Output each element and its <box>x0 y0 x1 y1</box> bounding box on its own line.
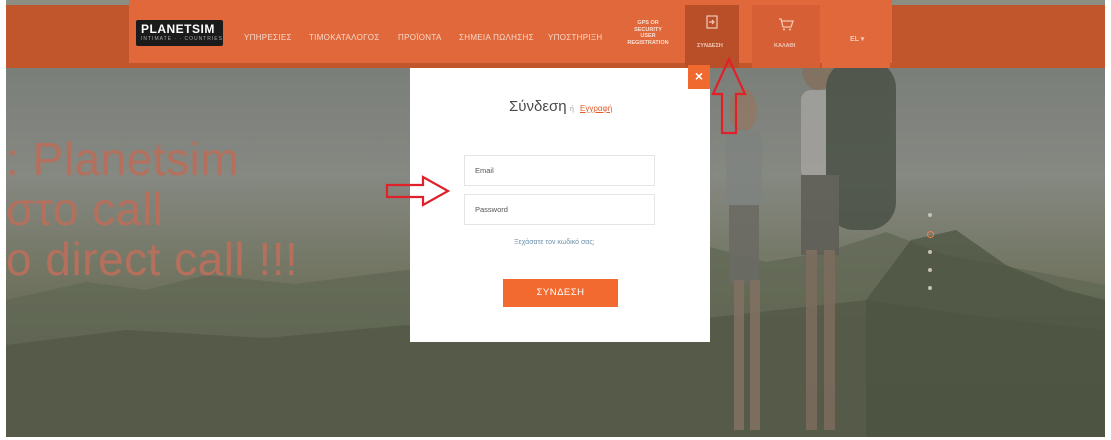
nav-item-pricelist[interactable]: ΤΙΜΟΚΑΤΑΛΟΓΟΣ <box>309 33 380 42</box>
login-icon <box>706 15 718 32</box>
language-label: EL ▾ <box>850 36 865 43</box>
nav-item-products[interactable]: ΠΡΟΪΟΝΤΑ <box>398 33 442 42</box>
modal-title: Σύνδεση <box>509 98 567 115</box>
login-submit-button[interactable]: ΣΥΝΔΕΣΗ <box>503 279 618 307</box>
nav-item-services[interactable]: ΥΠΗΡΕΣΙΕΣ <box>244 33 292 42</box>
nav-cart-button[interactable]: ΚΑΛΑΘΙ <box>752 5 820 68</box>
password-field[interactable] <box>464 194 655 225</box>
cart-label: ΚΑΛΑΘΙ <box>774 43 796 49</box>
slider-dot[interactable] <box>928 286 932 290</box>
language-selector[interactable]: EL ▾ <box>822 5 890 68</box>
email-input[interactable] <box>465 156 654 185</box>
planetsim-logo[interactable]: PLANETSIM INTIMATE · · COUNTRIES <box>136 20 223 46</box>
slider-dot-active[interactable] <box>927 231 934 238</box>
register-link[interactable]: Εγγραφή <box>580 104 612 113</box>
arrow-right-annotation <box>385 175 451 207</box>
cart-icon <box>778 17 794 34</box>
logo-tagline: INTIMATE · · COUNTRIES <box>141 36 223 42</box>
page: : Planetsim στο call o direct call !!! P… <box>0 0 1111 440</box>
password-input[interactable] <box>465 195 654 224</box>
slider-dot[interactable] <box>928 250 932 254</box>
nav-item-support[interactable]: ΥΠΟΣΤΗΡΙΞΗ <box>548 33 602 42</box>
slider-dot[interactable] <box>928 213 932 217</box>
logo-text: PLANETSIM <box>141 22 215 36</box>
close-modal-button[interactable]: × <box>688 65 710 89</box>
email-field[interactable] <box>464 155 655 186</box>
gps-line: REGISTRATION <box>627 39 669 46</box>
forgot-password-link[interactable]: Ξεχάσατε τον κωδικό σας; <box>514 239 595 246</box>
arrow-up-annotation <box>711 56 747 135</box>
nav-item-sales-points[interactable]: ΣΗΜΕΙΑ ΠΩΛΗΣΗΣ <box>459 33 534 42</box>
nav-item-gps-registration[interactable]: GPS OR SECURITY USER REGISTRATION <box>624 20 672 46</box>
slider-dot[interactable] <box>928 268 932 272</box>
modal-title-or: ή <box>570 106 574 113</box>
login-label: ΣΥΝΔΕΣΗ <box>697 43 723 49</box>
